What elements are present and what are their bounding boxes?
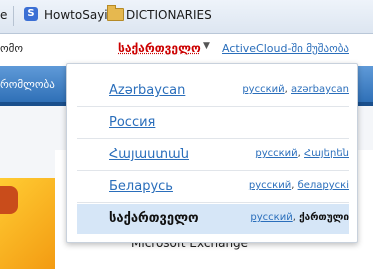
- language-selector[interactable]: საქართველო: [118, 41, 201, 55]
- country-row-russia[interactable]: Россия: [77, 108, 349, 139]
- country-link[interactable]: Беларусь: [109, 179, 173, 194]
- language-link-georgian[interactable]: ქართული: [299, 212, 349, 223]
- bookmark-separator: [13, 6, 14, 26]
- language-link-belarusian[interactable]: беларускі: [298, 180, 349, 191]
- bookmark-label: DICTIONARIES: [126, 8, 212, 22]
- promo-graphic: [0, 186, 18, 214]
- bookmark-dictionaries[interactable]: DICTIONARIES: [107, 5, 212, 22]
- bookmark-fragment[interactable]: e: [0, 8, 7, 22]
- nav-item-fragment[interactable]: რომლობა: [0, 78, 55, 91]
- s-site-icon: S: [24, 7, 38, 21]
- country-row-azerbaijan[interactable]: Azərbaycan русский, azərbaycan: [77, 76, 349, 107]
- language-options: русский, azərbaycan: [242, 84, 349, 95]
- country-link[interactable]: Azərbaycan: [109, 83, 185, 98]
- country-link[interactable]: საქართველო: [109, 211, 199, 226]
- country-row-armenia[interactable]: Հայաստան русский, Հայերեն: [77, 140, 349, 171]
- language-link-russian[interactable]: русский: [242, 84, 284, 95]
- site-header: ომო საქართველო ▼ ActiveCloud-ში მუშაობა: [0, 34, 373, 64]
- language-link-russian[interactable]: русский: [255, 148, 297, 159]
- language-link-armenian[interactable]: Հայերեն: [304, 148, 349, 159]
- promo-image[interactable]: [0, 178, 55, 269]
- activecloud-link[interactable]: ActiveCloud-ში მუშაობა: [222, 42, 349, 55]
- dropdown-caret-icon[interactable]: ▼: [203, 41, 210, 51]
- bookmarks-bar: e S HowtoSayin? DICTIONARIES: [0, 0, 373, 34]
- language-options: русский, ქართული: [250, 212, 349, 223]
- language-options: русский, Հայերեն: [255, 148, 349, 159]
- language-link-azerbaijani[interactable]: azərbaycan: [291, 84, 349, 95]
- folder-icon: [107, 5, 124, 21]
- language-options: русский, беларускі: [248, 180, 349, 191]
- language-link-russian[interactable]: русский: [250, 212, 292, 223]
- country-dropdown: Azərbaycan русский, azərbaycan Россия Հա…: [66, 63, 358, 243]
- country-row-belarus[interactable]: Беларусь русский, беларускі: [77, 172, 349, 203]
- header-fragment[interactable]: ომო: [0, 42, 23, 55]
- country-link[interactable]: Россия: [109, 115, 155, 130]
- country-link[interactable]: Հայաստան: [109, 147, 189, 162]
- language-link-russian[interactable]: русский: [249, 180, 291, 191]
- country-row-georgia[interactable]: საქართველო русский, ქართული: [77, 204, 349, 234]
